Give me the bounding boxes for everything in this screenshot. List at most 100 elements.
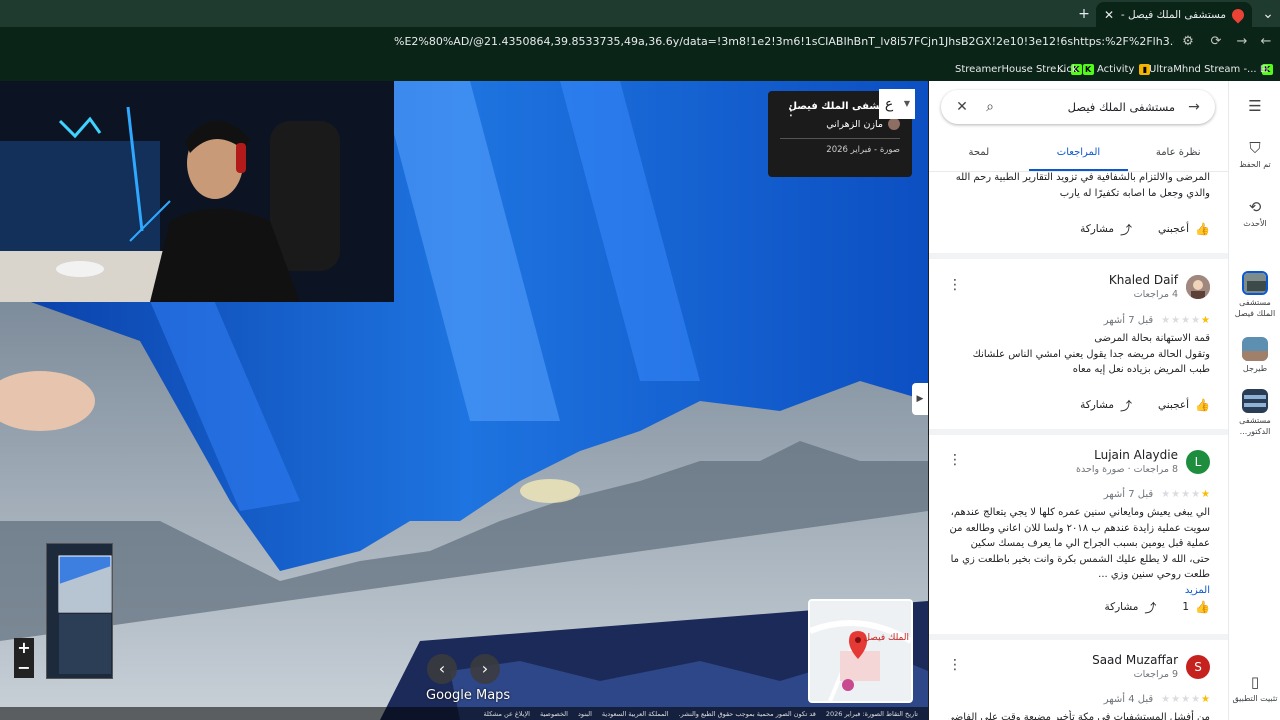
back-arrow-icon[interactable]: ←	[1256, 32, 1276, 52]
review-time: قبل 7 أشهر	[1103, 488, 1154, 500]
tab-search-chevron-icon[interactable]: ⌄	[1258, 4, 1278, 24]
photo-author-row[interactable]: مازن الزهراني	[780, 118, 900, 130]
address-bar[interactable]: %E2%80%AD/@21.4350864,39.8533735,49a,36.…	[394, 30, 1174, 54]
bookmark-label: StreamerHouse Stre...	[955, 63, 1066, 75]
rail-label: مستشفى الدكتور...	[1239, 416, 1271, 436]
recent-place-2[interactable]: طيرجل	[1229, 337, 1280, 374]
reviewer-name[interactable]: Saad Muzaffar	[1092, 653, 1178, 667]
share-button[interactable]: ⤴ مشاركة	[1104, 597, 1156, 617]
photo-date: صورة - فبراير 2026	[826, 145, 900, 155]
history-icon: ⟲	[1248, 198, 1262, 216]
review-line: طبب المريض بزياده نعل إيه معاه	[1072, 364, 1210, 375]
photo-thumbnail	[47, 544, 112, 678]
share-icon: ⤴	[1119, 398, 1132, 413]
place-thumbnail-image	[1242, 389, 1268, 413]
star-rating: ★ ★ ★ ★ ★	[1161, 693, 1210, 705]
forward-arrow-icon[interactable]: →	[1232, 32, 1252, 52]
tab-reviews[interactable]: المراجعات	[1028, 141, 1129, 171]
site-settings-icon[interactable]: ⚙	[1178, 32, 1198, 52]
clear-search-icon[interactable]: ✕	[953, 99, 971, 115]
footer-terms-link[interactable]: البنود	[578, 710, 592, 718]
rail-label: تثبيت التطبيق	[1232, 694, 1278, 703]
bookmark-kick[interactable]: Kick K	[1057, 60, 1094, 78]
reviewer-header[interactable]: L Lujain Alaydie 8 مراجعات · صورة واحدة …	[948, 448, 1210, 484]
like-count: 1	[1182, 601, 1190, 613]
footer-country[interactable]: المملكة العربية السعودية	[602, 710, 669, 718]
saved-button[interactable]: ⛉ تم الحفظ	[1229, 139, 1280, 170]
browser-toolbar: %E2%80%AD/@21.4350864,39.8533735,49a,36.…	[0, 27, 1280, 57]
read-more-link[interactable]: المزيد	[948, 583, 1210, 599]
search-icon[interactable]: ⌕	[981, 99, 999, 115]
avatar[interactable]	[1186, 275, 1210, 299]
previous-photo-button[interactable]: ‹	[427, 654, 457, 684]
browser-tab-strip: ⌄ مستشفى الملك فيصل - خرائط Go ✕ +	[0, 0, 1280, 27]
recent-place-3[interactable]: مستشفى الدكتور...	[1229, 389, 1280, 437]
tab-about[interactable]: لمحة	[929, 141, 1029, 171]
reviewer-meta: 4 مراجعات	[1133, 289, 1178, 300]
webcam-feed	[0, 81, 394, 302]
review-card: S Saad Muzaffar 9 مراجعات ⋮ ★ ★ ★ ★ ★ قبل 4 …	[929, 653, 1228, 720]
reviewer-header[interactable]: Khaled Daif 4 مراجعات ⋮	[948, 273, 1210, 309]
search-box[interactable]: → مستشفى الملك فيصل ⌕ ✕	[941, 90, 1215, 124]
more-options-icon[interactable]: ⋮	[784, 103, 798, 119]
footer-report-link[interactable]: الإبلاغ عن مشكلة	[483, 710, 530, 718]
tab-overview[interactable]: نظرة عامة	[1128, 141, 1228, 171]
photo-thumbnail-strip[interactable]	[46, 543, 113, 679]
review-time: قبل 4 أشهر	[1103, 693, 1154, 705]
review-card: L Lujain Alaydie 8 مراجعات · صورة واحدة …	[929, 448, 1228, 648]
minimap-map	[810, 601, 911, 701]
zoom-out-button[interactable]: −	[14, 658, 34, 678]
rail-label: طيرجل	[1242, 364, 1268, 373]
install-app-button[interactable]: ▯ تثبيت التطبيق	[1229, 673, 1280, 704]
bookmark-activity[interactable]: Activity ▮	[1097, 60, 1151, 78]
avatar[interactable]: L	[1186, 450, 1210, 474]
minimap-label: الملك فيصل	[863, 633, 909, 643]
reviewer-name[interactable]: Lujain Alaydie	[1094, 448, 1178, 462]
rail-label: الأحدث	[1243, 219, 1267, 228]
bookmark-ultramhnd[interactable]: UltraMhnd Stream -... K	[1149, 60, 1273, 78]
bookmark-icon: ⛉	[1249, 139, 1261, 157]
recents-button[interactable]: ⟲ الأحدث	[1229, 198, 1280, 229]
zoom-in-button[interactable]: +	[14, 638, 34, 658]
more-options-icon[interactable]: ⋮	[948, 657, 962, 673]
place-thumbnail	[1242, 271, 1268, 295]
chevron-down-icon[interactable]: ▼	[899, 89, 915, 119]
author-avatar	[888, 118, 900, 130]
search-input[interactable]: مستشفى الملك فيصل	[1009, 100, 1175, 114]
like-button[interactable]: 👍 أعجبني	[1158, 219, 1210, 239]
like-button[interactable]: 👍 أعجبني	[1158, 395, 1210, 415]
section-divider	[929, 253, 1228, 259]
menu-button[interactable]: ☰	[1229, 97, 1280, 115]
reviewer-name[interactable]: Khaled Daif	[1109, 273, 1178, 287]
avatar[interactable]: S	[1186, 655, 1210, 679]
collapse-panel-button[interactable]: ▶	[912, 383, 928, 415]
tab-close-icon[interactable]: ✕	[1104, 8, 1114, 22]
footer-privacy-link[interactable]: الخصوصية	[540, 710, 568, 718]
more-options-icon[interactable]: ⋮	[948, 452, 962, 468]
thumb-up-icon: 👍	[1195, 600, 1210, 614]
place-thumbnail-image	[1244, 273, 1266, 293]
recent-place-king-faisal[interactable]: مستشفى الملك فيصل	[1229, 271, 1280, 319]
section-divider	[929, 429, 1228, 435]
directions-arrow-icon[interactable]: →	[1185, 99, 1203, 115]
next-photo-button[interactable]: ›	[470, 654, 500, 684]
rail-label: تم الحفظ	[1239, 160, 1271, 169]
share-label: مشاركة	[1080, 223, 1114, 235]
reviewer-header[interactable]: S Saad Muzaffar 9 مراجعات ⋮	[948, 653, 1210, 689]
apps-grid-icon[interactable]: ⊞	[1260, 60, 1268, 78]
review-line: قمة الاستهانة بحالة المرضى	[1094, 333, 1210, 344]
like-button[interactable]: 👍 1	[1182, 597, 1210, 617]
place-tabs: نظرة عامة المراجعات لمحة	[929, 141, 1228, 171]
more-options-icon[interactable]: ⋮	[948, 277, 962, 293]
language-chip[interactable]: ع	[879, 89, 899, 119]
reload-icon[interactable]: ⟳	[1206, 32, 1226, 52]
maps-side-rail: ☰ ⛉ تم الحفظ ⟲ الأحدث مستشفى الملك فيصل …	[1228, 81, 1280, 720]
review-line: وتقول الحالة مريضه جدا يقول يعني امشي ال…	[972, 348, 1210, 360]
share-button[interactable]: ⤴ مشاركة	[1080, 395, 1132, 415]
new-tab-button[interactable]: +	[1074, 4, 1094, 24]
minimap[interactable]: الملك فيصل	[808, 599, 913, 703]
bookmarks-bar: StreamerHouse Stre... K Kick K Activity …	[0, 57, 1280, 81]
browser-tab-active[interactable]: مستشفى الملك فيصل - خرائط Go ✕	[1096, 2, 1252, 27]
share-button[interactable]: ⤴ مشاركة	[1080, 219, 1132, 239]
rating-row: ★ ★ ★ ★ ★ قبل 7 أشهر	[948, 487, 1210, 501]
